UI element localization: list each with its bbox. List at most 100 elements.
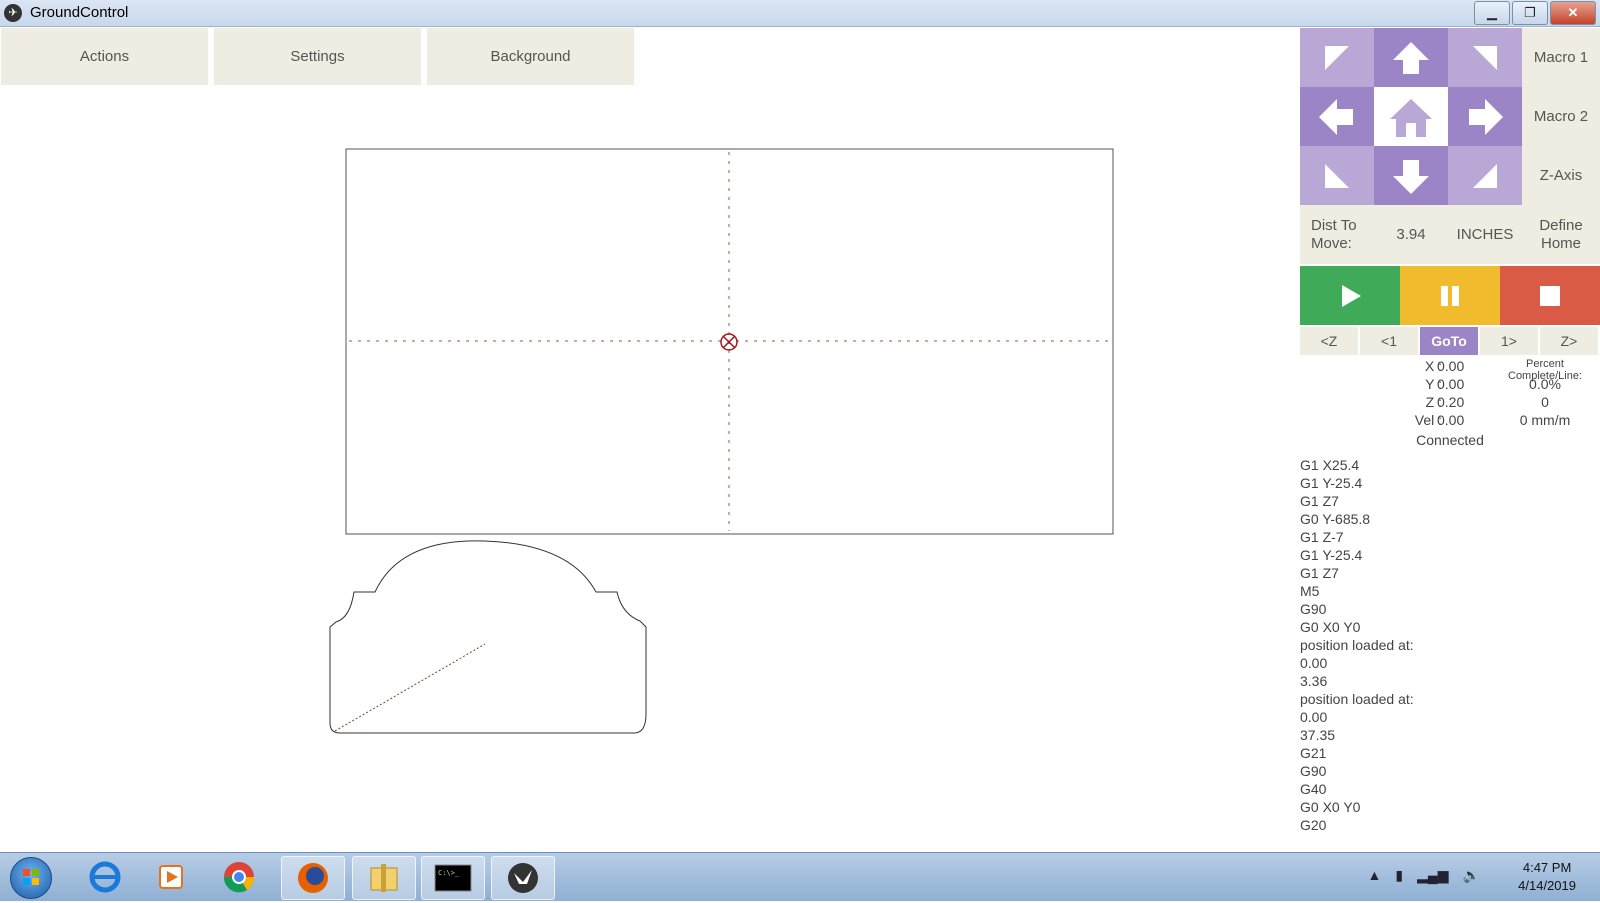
file-explorer-taskbar-icon[interactable] bbox=[352, 856, 416, 900]
console-line: G1 Y-25.4 bbox=[1300, 475, 1363, 491]
line-forward-button[interactable]: 1> bbox=[1480, 327, 1538, 355]
console-line: G1 Z7 bbox=[1300, 565, 1339, 581]
jog-right-button[interactable] bbox=[1448, 87, 1522, 146]
dist-to-move-input[interactable]: 3.94 bbox=[1374, 205, 1448, 264]
up-right-arrow-icon bbox=[1473, 45, 1497, 70]
firefox-taskbar-icon[interactable] bbox=[281, 856, 345, 900]
console-line: G1 Y-25.4 bbox=[1300, 547, 1363, 563]
macro-1-button[interactable]: Macro 1 bbox=[1522, 28, 1600, 87]
background-button[interactable]: Background bbox=[427, 28, 634, 85]
console-line: G0 X0 Y0 bbox=[1300, 799, 1361, 815]
console-line: G1 Z-7 bbox=[1300, 529, 1344, 545]
canvas-svg bbox=[329, 148, 1114, 734]
battery-icon[interactable]: ▮ bbox=[1395, 867, 1403, 884]
line-number-value: 0 bbox=[1541, 394, 1549, 410]
system-tray: ▲ ▮ ▂▄▆ 🔈 bbox=[1368, 867, 1480, 884]
line-back-button[interactable]: <1 bbox=[1360, 327, 1418, 355]
groundcontrol-icon: ✈ bbox=[4, 4, 22, 22]
internet-explorer-taskbar-icon[interactable] bbox=[74, 856, 136, 898]
console-line: 0.00 bbox=[1300, 655, 1328, 671]
down-arrow-icon bbox=[1393, 159, 1429, 194]
percent-complete-value: 0.0% bbox=[1529, 376, 1561, 392]
console-line: position loaded at: bbox=[1300, 637, 1414, 653]
windows-logo-icon bbox=[23, 869, 39, 885]
show-hidden-icons-icon[interactable]: ▲ bbox=[1368, 867, 1382, 884]
position-readout: X : 0.00 Percent Complete/Line: Y : 0.00… bbox=[1300, 358, 1600, 430]
run-controls bbox=[1300, 266, 1600, 325]
start-button[interactable] bbox=[10, 857, 52, 899]
console-line: G0 X0 Y0 bbox=[1300, 619, 1361, 635]
units-button[interactable]: INCHES bbox=[1448, 205, 1522, 264]
console-line: G90 bbox=[1300, 601, 1327, 617]
console-line: G20 bbox=[1300, 817, 1327, 833]
close-button[interactable]: ✕ bbox=[1550, 1, 1596, 25]
play-button[interactable] bbox=[1300, 266, 1400, 325]
define-home-button[interactable]: Define Home bbox=[1522, 205, 1600, 264]
jog-pad: Macro 1 Macro 2 Z-Axis Dist To Move: 3.9… bbox=[1300, 28, 1600, 264]
crosshair-icon bbox=[720, 333, 738, 351]
stop-icon bbox=[1540, 285, 1560, 306]
media-player-taskbar-icon[interactable] bbox=[140, 856, 202, 898]
jog-left-button[interactable] bbox=[1300, 87, 1374, 146]
minimize-button[interactable]: ▁ bbox=[1474, 1, 1510, 25]
jog-home-button[interactable] bbox=[1374, 87, 1448, 146]
jog-up-left-button[interactable] bbox=[1300, 28, 1374, 87]
console-line: G0 Y-685.8 bbox=[1300, 511, 1371, 527]
volume-icon[interactable]: 🔈 bbox=[1463, 867, 1480, 884]
pause-icon bbox=[1441, 285, 1459, 306]
system-clock[interactable]: 4:47 PM 4/14/2019 bbox=[1518, 859, 1576, 895]
network-signal-icon[interactable]: ▂▄▆ bbox=[1417, 867, 1448, 884]
z-back-button[interactable]: <Z bbox=[1300, 327, 1358, 355]
pause-button[interactable] bbox=[1400, 266, 1500, 325]
console-line: position loaded at: bbox=[1300, 691, 1414, 707]
clock-time: 4:47 PM bbox=[1522, 860, 1572, 875]
play-icon bbox=[1342, 284, 1361, 307]
console-line: G90 bbox=[1300, 763, 1327, 779]
chrome-taskbar-icon[interactable] bbox=[208, 856, 270, 898]
taskbar: C:\>_ ▲ ▮ ▂▄▆ 🔈 4:47 PM 4/14/2019 bbox=[0, 852, 1600, 901]
toolpath-outline bbox=[329, 540, 647, 734]
svg-text:C:\>_: C:\>_ bbox=[438, 869, 460, 877]
z-axis-button[interactable]: Z-Axis bbox=[1522, 146, 1600, 205]
z-forward-button[interactable]: Z> bbox=[1540, 327, 1598, 355]
window-controls: ▁ ❐ ✕ bbox=[1472, 1, 1596, 25]
vel-value: 0.00 bbox=[1437, 412, 1465, 428]
jog-up-button[interactable] bbox=[1374, 28, 1448, 87]
restore-button[interactable]: ❐ bbox=[1512, 1, 1548, 25]
clock-date: 4/14/2019 bbox=[1518, 878, 1576, 893]
actions-button[interactable]: Actions bbox=[1, 28, 208, 85]
toolpath-diagonal bbox=[334, 643, 486, 732]
stop-button[interactable] bbox=[1500, 266, 1600, 325]
dist-to-move-label: Dist To Move: bbox=[1300, 205, 1374, 264]
home-icon bbox=[1390, 98, 1432, 137]
title-bar: ✈ GroundControl ▁ ❐ ✕ bbox=[0, 0, 1600, 27]
console-line: G40 bbox=[1300, 781, 1327, 797]
jog-down-left-button[interactable] bbox=[1300, 146, 1374, 205]
z-value: 0.20 bbox=[1437, 394, 1465, 410]
goto-button[interactable]: GoTo bbox=[1420, 327, 1478, 355]
command-prompt-taskbar-icon[interactable]: C:\>_ bbox=[421, 856, 485, 900]
connection-status: Connected bbox=[1416, 432, 1484, 448]
y-value: 0.00 bbox=[1437, 376, 1465, 392]
console-line: G21 bbox=[1300, 745, 1327, 761]
macro-2-button[interactable]: Macro 2 bbox=[1522, 87, 1600, 146]
settings-button[interactable]: Settings bbox=[214, 28, 421, 85]
jog-up-right-button[interactable] bbox=[1448, 28, 1522, 87]
up-left-arrow-icon bbox=[1325, 45, 1349, 70]
machine-canvas[interactable] bbox=[0, 86, 1300, 851]
down-left-arrow-icon bbox=[1325, 163, 1349, 188]
feed-rate-value: 0 mm/m bbox=[1519, 412, 1571, 428]
up-arrow-icon bbox=[1393, 41, 1429, 74]
right-arrow-icon bbox=[1469, 98, 1503, 135]
groundcontrol-taskbar-icon[interactable] bbox=[491, 856, 555, 900]
console-line: 0.00 bbox=[1300, 709, 1328, 725]
console-line: 3.36 bbox=[1300, 673, 1328, 689]
console-line: G1 X25.4 bbox=[1300, 457, 1360, 473]
jog-down-right-button[interactable] bbox=[1448, 146, 1522, 205]
gcode-console: G1 X25.4 G1 Y-25.4 G1 Z7 G0 Y-685.8 G1 Z… bbox=[1300, 456, 1414, 834]
console-line: M5 bbox=[1300, 583, 1320, 599]
console-line: 37.35 bbox=[1300, 727, 1336, 743]
window-title: GroundControl bbox=[30, 4, 129, 21]
jog-down-button[interactable] bbox=[1374, 146, 1448, 205]
down-right-arrow-icon bbox=[1473, 163, 1497, 188]
